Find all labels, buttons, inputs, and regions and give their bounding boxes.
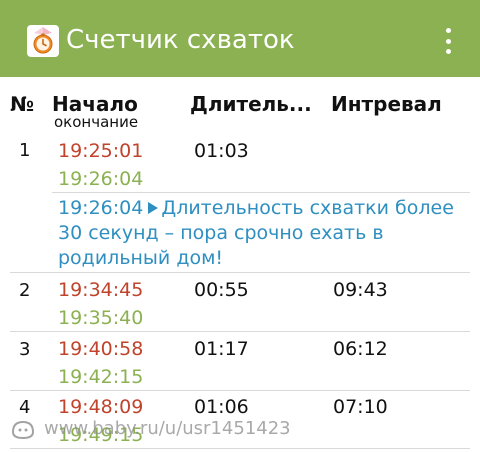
row-number: 3 (19, 339, 31, 360)
end-time: 19:42:15 (58, 366, 144, 388)
interval: 07:10 (333, 396, 388, 418)
end-time: 19:26:04 (58, 168, 144, 190)
header-duration: Длитель... (190, 92, 312, 116)
app-title: Счетчик схваток (66, 25, 295, 55)
header-interval: Интревал (331, 92, 442, 116)
row-number: 2 (19, 280, 31, 301)
overflow-dot (445, 49, 451, 54)
overflow-menu-icon[interactable] (436, 26, 460, 56)
overflow-dot (445, 38, 451, 44)
alert-time: 19:26:04 (58, 197, 144, 219)
interval: 06:12 (333, 338, 388, 360)
row-divider (52, 192, 470, 193)
row-divider (10, 390, 470, 391)
header-number: № (10, 92, 35, 116)
interval: 09:43 (333, 279, 388, 301)
play-arrow-icon (148, 202, 159, 214)
duration-alert: 19:26:04 Длительность схватки более 30 се… (58, 196, 468, 271)
duration: 01:17 (194, 338, 249, 360)
row-number: 1 (19, 140, 31, 161)
stopwatch-icon[interactable] (26, 24, 60, 58)
row-divider (10, 331, 470, 332)
baby-logo-icon (11, 420, 35, 440)
header-start-sub: окончание (54, 113, 139, 131)
duration: 00:55 (194, 279, 249, 301)
start-time: 19:40:58 (58, 338, 144, 360)
watermark: www.baby.ru/u/usr1451423 (10, 416, 291, 442)
duration: 01:03 (194, 140, 249, 162)
app-bar: Счетчик схваток (0, 0, 480, 77)
end-time: 19:35:40 (58, 307, 144, 329)
overflow-dot (445, 28, 451, 33)
start-time: 19:34:45 (58, 279, 144, 301)
row-divider (10, 448, 470, 449)
watermark-text: www.baby.ru/u/usr1451423 (44, 418, 291, 439)
row-divider (10, 272, 470, 273)
start-time: 19:25:01 (58, 140, 144, 162)
